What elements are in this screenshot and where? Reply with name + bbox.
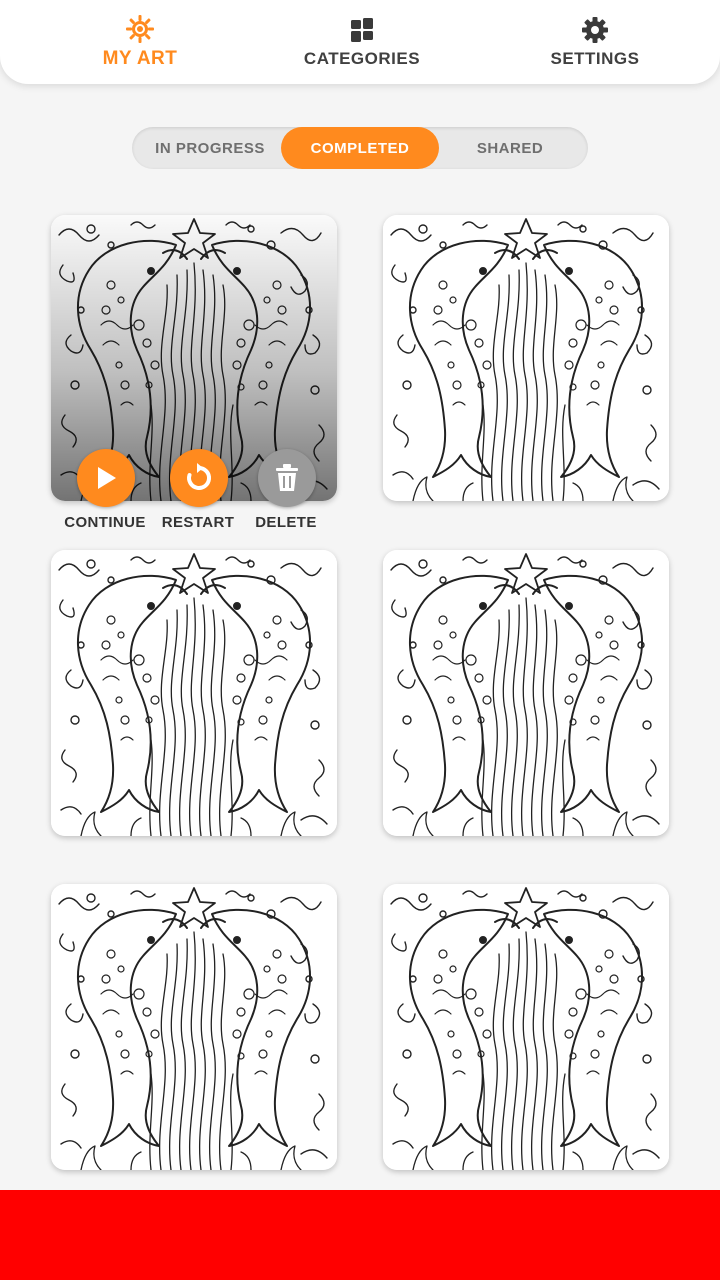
continue-button[interactable] bbox=[77, 449, 135, 507]
dolphins-artwork-image bbox=[51, 884, 337, 1170]
art-filter-tabs: IN PROGRESS SHARED COMPLETED bbox=[132, 127, 588, 169]
continue-label[interactable]: CONTINUE bbox=[55, 514, 155, 531]
grid-icon bbox=[351, 18, 373, 42]
delete-button[interactable] bbox=[258, 449, 316, 507]
dolphins-artwork-image bbox=[383, 884, 669, 1170]
tab-completed[interactable]: COMPLETED bbox=[281, 127, 439, 169]
dolphins-artwork-image bbox=[383, 550, 669, 836]
tab-shared[interactable]: SHARED bbox=[432, 127, 588, 169]
restart-label[interactable]: RESTART bbox=[148, 514, 248, 531]
restart-button[interactable] bbox=[170, 449, 228, 507]
nav-my-art-label: MY ART bbox=[102, 48, 178, 69]
nav-my-art[interactable]: MY ART bbox=[80, 0, 200, 84]
trash-icon bbox=[276, 464, 298, 491]
sun-gear-icon bbox=[126, 15, 154, 43]
delete-label[interactable]: DELETE bbox=[236, 514, 336, 531]
artwork-card[interactable] bbox=[383, 884, 669, 1170]
artwork-card[interactable] bbox=[383, 550, 669, 836]
artwork-card[interactable] bbox=[51, 550, 337, 836]
gear-icon bbox=[582, 17, 608, 43]
dolphins-artwork-image bbox=[383, 215, 669, 501]
nav-categories[interactable]: CATEGORIES bbox=[292, 0, 432, 84]
play-icon bbox=[98, 467, 116, 489]
dolphins-artwork-image bbox=[51, 550, 337, 836]
top-navigation-bar: MY ART CATEGORIES SETTINGS bbox=[0, 0, 720, 84]
nav-categories-label: CATEGORIES bbox=[303, 49, 421, 68]
nav-settings[interactable]: SETTINGS bbox=[535, 0, 655, 84]
ad-banner[interactable] bbox=[0, 1190, 720, 1280]
nav-settings-label: SETTINGS bbox=[550, 49, 640, 68]
artwork-card[interactable] bbox=[383, 215, 669, 501]
artwork-card[interactable] bbox=[51, 884, 337, 1170]
tab-in-progress[interactable]: IN PROGRESS bbox=[132, 127, 288, 169]
restart-icon bbox=[187, 463, 212, 490]
